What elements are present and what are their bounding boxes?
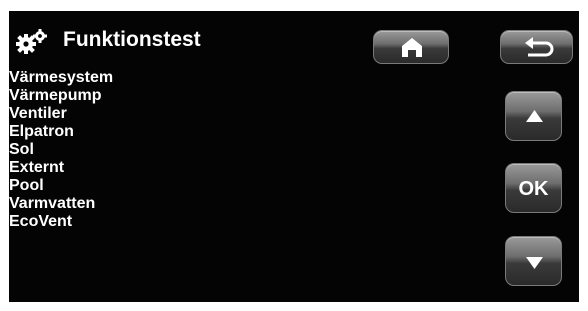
screen: Funktionstest OK Värmesystem Värmepump V… xyxy=(9,11,579,302)
back-button[interactable] xyxy=(500,30,573,64)
home-icon xyxy=(402,38,422,57)
menu-item-varmesystem[interactable]: Värmesystem xyxy=(9,69,113,87)
menu-item-pool[interactable]: Pool xyxy=(9,177,113,195)
menu-item-varmvatten[interactable]: Varmvatten xyxy=(9,195,113,213)
menu-item-externt[interactable]: Externt xyxy=(9,159,113,177)
menu-item-ventiler[interactable]: Ventiler xyxy=(9,105,113,123)
down-arrow-icon xyxy=(526,257,543,269)
up-arrow-icon xyxy=(526,110,543,122)
ok-label: OK xyxy=(518,178,549,200)
menu-item-varmepump[interactable]: Värmepump xyxy=(9,87,113,105)
function-test-menu: Värmesystem Värmepump Ventiler Elpatron … xyxy=(9,69,113,231)
menu-item-ecovent[interactable]: EcoVent xyxy=(9,213,113,231)
gears-icon xyxy=(15,28,49,54)
ok-button[interactable]: OK xyxy=(505,163,562,213)
home-button[interactable] xyxy=(373,30,449,64)
scroll-down-button[interactable] xyxy=(505,236,562,286)
scroll-up-button[interactable] xyxy=(505,91,562,141)
back-arrow-icon xyxy=(525,37,554,57)
menu-item-sol[interactable]: Sol xyxy=(9,141,113,159)
menu-item-elpatron[interactable]: Elpatron xyxy=(9,123,113,141)
page-title: Funktionstest xyxy=(63,28,201,51)
